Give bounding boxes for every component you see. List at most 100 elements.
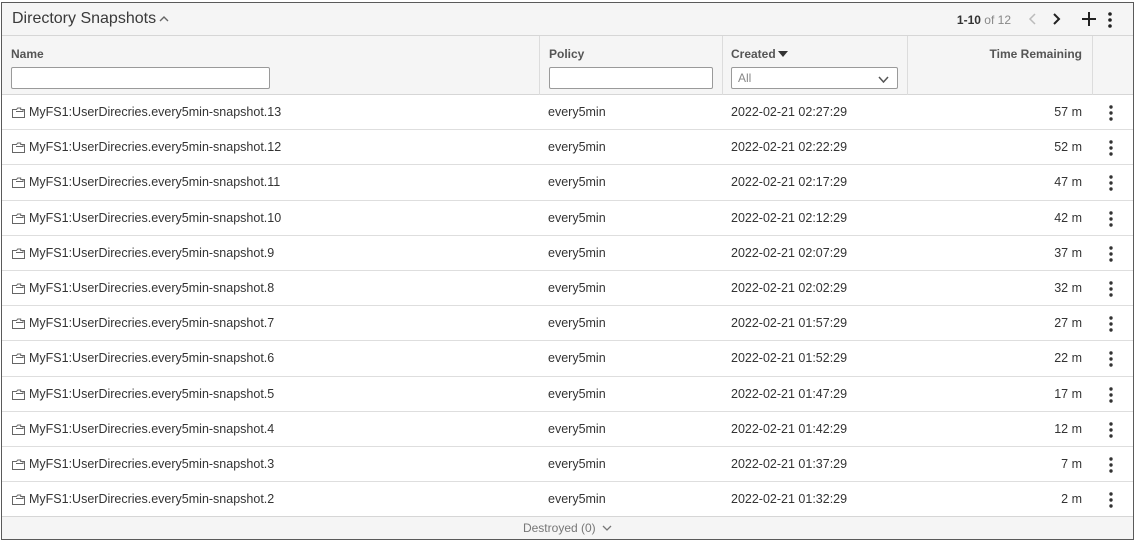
snapshot-table-body: MyFS1:UserDirecries.every5min-snapshot.1…: [2, 95, 1133, 518]
snapshot-policy: every5min: [548, 210, 606, 225]
table-row[interactable]: MyFS1:UserDirecries.every5min-snapshot.4…: [2, 412, 1133, 447]
snapshot-created: 2022-02-21 01:42:29: [731, 421, 848, 436]
more-vertical-icon[interactable]: [1107, 315, 1115, 333]
snapshot-folder-icon: [12, 213, 25, 224]
snapshot-time-remaining: 52 m: [1054, 140, 1082, 155]
snapshot-name: MyFS1:UserDirecries.every5min-snapshot.8: [29, 280, 275, 295]
chevron-up-icon[interactable]: [157, 12, 171, 26]
snapshot-policy: every5min: [548, 140, 606, 155]
snapshot-policy: every5min: [548, 351, 606, 366]
name-filter-input[interactable]: [11, 67, 270, 89]
column-divider: [539, 36, 540, 95]
snapshot-created: 2022-02-21 01:52:29: [731, 351, 848, 366]
snapshot-name: MyFS1:UserDirecries.every5min-snapshot.1…: [29, 140, 282, 155]
table-row[interactable]: MyFS1:UserDirecries.every5min-snapshot.7…: [2, 306, 1133, 342]
snapshot-created: 2022-02-21 02:07:29: [731, 245, 848, 260]
snapshot-name: MyFS1:UserDirecries.every5min-snapshot.3: [29, 456, 275, 471]
snapshot-created: 2022-02-21 02:12:29: [731, 210, 848, 225]
more-vertical-icon[interactable]: [1107, 280, 1115, 298]
snapshot-time-remaining: 32 m: [1054, 280, 1082, 295]
policy-filter-input[interactable]: [549, 67, 713, 89]
more-vertical-icon[interactable]: [1107, 350, 1115, 368]
snapshot-folder-icon: [12, 248, 25, 259]
more-vertical-icon[interactable]: [1107, 139, 1115, 157]
snapshot-folder-icon: [12, 283, 25, 294]
table-row[interactable]: MyFS1:UserDirecries.every5min-snapshot.1…: [2, 201, 1133, 236]
pagination-range: 1-10: [956, 13, 981, 27]
panel-title: Directory Snapshots: [12, 10, 157, 27]
snapshot-policy: every5min: [548, 105, 606, 119]
snapshot-folder-icon: [12, 353, 25, 365]
snapshot-created: 2022-02-21 02:17:29: [731, 175, 848, 190]
more-vertical-icon[interactable]: [1105, 11, 1115, 29]
table-row[interactable]: MyFS1:UserDirecries.every5min-snapshot.2…: [2, 482, 1133, 518]
plus-icon[interactable]: [1081, 11, 1097, 27]
snapshot-policy: every5min: [548, 492, 606, 507]
snapshot-name: MyFS1:UserDirecries.every5min-snapshot.9: [29, 245, 275, 260]
snapshot-name: MyFS1:UserDirecries.every5min-snapshot.6: [29, 351, 275, 366]
directory-snapshots-panel: Directory Snapshots 1-10 of 12 Name Poli…: [1, 2, 1134, 540]
snapshot-time-remaining: 27 m: [1054, 316, 1082, 331]
chevron-down-icon: [602, 525, 612, 531]
created-filter-value: All: [738, 71, 752, 85]
table-row[interactable]: MyFS1:UserDirecries.every5min-snapshot.1…: [2, 95, 1133, 131]
snapshot-folder-icon: [12, 318, 25, 330]
snapshot-folder-icon: [12, 459, 25, 470]
chevron-left-icon[interactable]: [1026, 12, 1040, 26]
column-created-label: Created: [731, 47, 776, 61]
table-row[interactable]: MyFS1:UserDirecries.every5min-snapshot.1…: [2, 130, 1133, 166]
column-divider: [722, 36, 723, 95]
more-vertical-icon[interactable]: [1107, 210, 1115, 228]
snapshot-created: 2022-02-21 01:57:29: [731, 316, 848, 331]
table-row[interactable]: MyFS1:UserDirecries.every5min-snapshot.1…: [2, 165, 1133, 201]
snapshot-created: 2022-02-21 02:02:29: [731, 280, 848, 295]
column-divider: [1092, 36, 1093, 95]
more-vertical-icon[interactable]: [1107, 174, 1115, 192]
column-time-remaining-label: Time Remaining: [989, 47, 1082, 61]
pagination-total: of 12: [984, 13, 1011, 27]
more-vertical-icon[interactable]: [1107, 386, 1115, 404]
table-footer: Destroyed (0): [2, 516, 1133, 539]
snapshot-created: 2022-02-21 01:32:29: [731, 492, 848, 507]
chevron-right-icon[interactable]: [1049, 12, 1063, 26]
snapshot-created: 2022-02-21 01:37:29: [731, 456, 848, 471]
snapshot-time-remaining: 42 m: [1054, 210, 1082, 225]
snapshot-time-remaining: 47 m: [1054, 175, 1082, 190]
more-vertical-icon[interactable]: [1107, 491, 1115, 509]
more-vertical-icon[interactable]: [1107, 456, 1115, 474]
snapshot-policy: every5min: [548, 175, 606, 190]
snapshot-name: MyFS1:UserDirecries.every5min-snapshot.1…: [29, 175, 281, 190]
table-row[interactable]: MyFS1:UserDirecries.every5min-snapshot.3…: [2, 447, 1133, 483]
snapshot-created: 2022-02-21 02:27:29: [731, 105, 848, 119]
more-vertical-icon[interactable]: [1107, 104, 1115, 122]
snapshot-policy: every5min: [548, 280, 606, 295]
panel-header: Directory Snapshots 1-10 of 12: [2, 3, 1133, 36]
destroyed-label: Destroyed (0): [522, 521, 596, 535]
snapshot-name: MyFS1:UserDirecries.every5min-snapshot.1…: [29, 105, 282, 119]
snapshot-time-remaining: 37 m: [1054, 245, 1082, 260]
snapshot-created: 2022-02-21 02:22:29: [731, 140, 848, 155]
column-divider: [907, 36, 908, 95]
destroyed-toggle[interactable]: Destroyed (0): [523, 521, 612, 535]
snapshot-name: MyFS1:UserDirecries.every5min-snapshot.2: [29, 492, 275, 507]
snapshot-created: 2022-02-21 01:47:29: [731, 386, 848, 401]
snapshot-name: MyFS1:UserDirecries.every5min-snapshot.1…: [29, 210, 282, 225]
snapshot-folder-icon: [12, 424, 25, 435]
column-created-sort[interactable]: Created: [731, 47, 788, 61]
table-row[interactable]: MyFS1:UserDirecries.every5min-snapshot.5…: [2, 377, 1133, 412]
snapshot-time-remaining: 22 m: [1054, 351, 1082, 366]
pagination-info: 1-10 of 12: [957, 13, 1011, 27]
table-row[interactable]: MyFS1:UserDirecries.every5min-snapshot.6…: [2, 341, 1133, 377]
more-vertical-icon[interactable]: [1107, 245, 1115, 263]
table-row[interactable]: MyFS1:UserDirecries.every5min-snapshot.9…: [2, 236, 1133, 271]
snapshot-time-remaining: 12 m: [1054, 421, 1082, 436]
snapshot-folder-icon: [12, 142, 25, 154]
snapshot-policy: every5min: [548, 421, 606, 436]
column-policy-label: Policy: [549, 47, 585, 61]
table-row[interactable]: MyFS1:UserDirecries.every5min-snapshot.8…: [2, 271, 1133, 307]
column-header-row: Name Policy Created All Time Remaining: [2, 36, 1133, 95]
created-filter-select[interactable]: All: [731, 67, 898, 89]
more-vertical-icon[interactable]: [1107, 421, 1115, 439]
snapshot-policy: every5min: [548, 386, 606, 401]
column-name-label: Name: [11, 47, 44, 61]
